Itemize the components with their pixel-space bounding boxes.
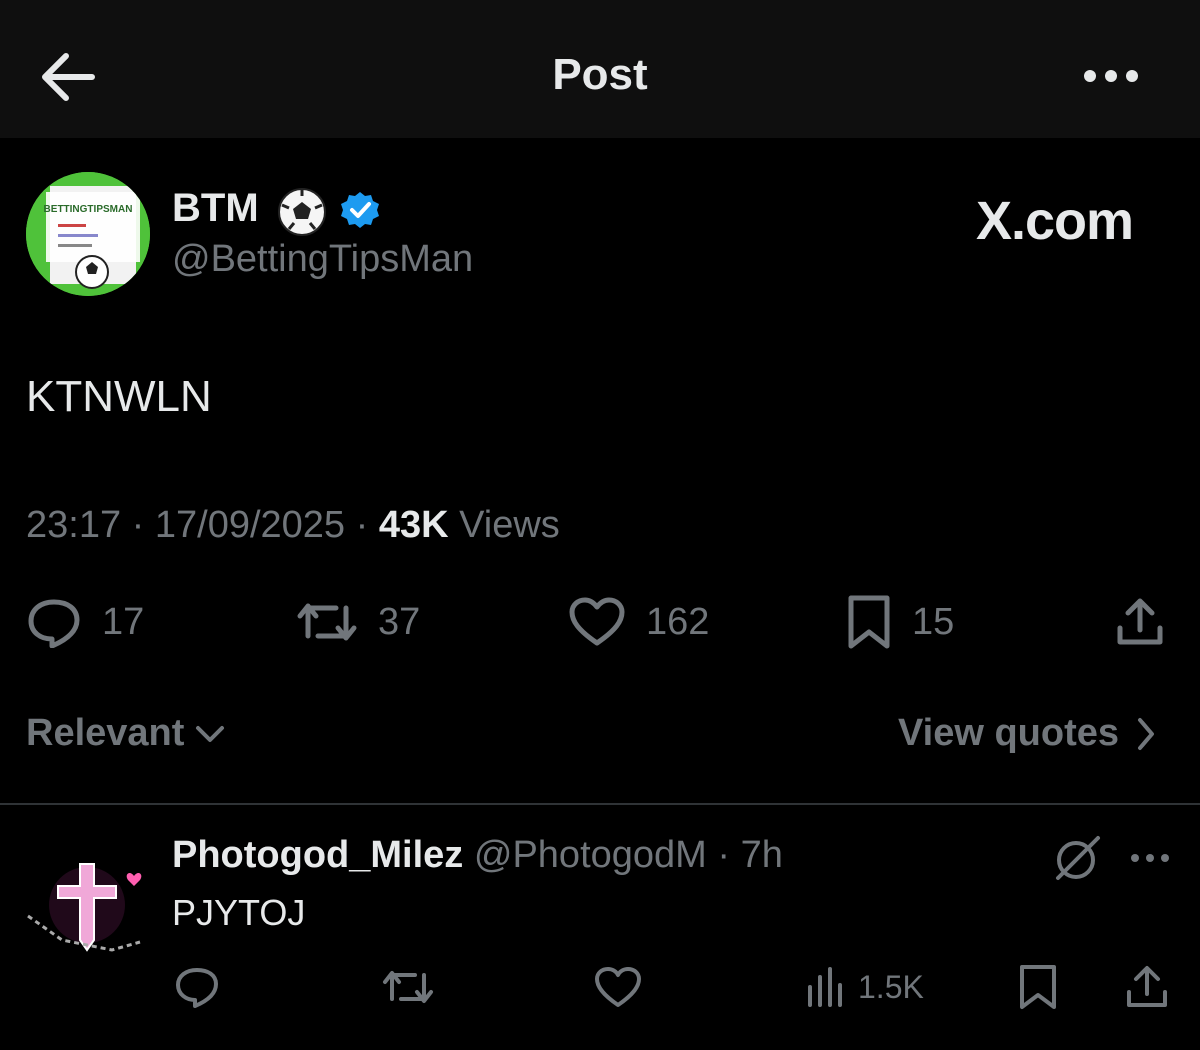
more-horizontal-icon bbox=[1131, 854, 1169, 862]
bookmark-button[interactable]: 15 bbox=[846, 594, 954, 650]
meta-separator: · bbox=[706, 834, 741, 876]
bookmark-icon bbox=[848, 595, 890, 649]
xcom-watermark: X.com bbox=[976, 191, 1134, 251]
repost-icon bbox=[383, 971, 433, 1003]
repost-icon bbox=[297, 603, 357, 641]
reply-icon bbox=[28, 599, 80, 648]
post-text: KTNWLN bbox=[26, 372, 212, 421]
chevron-down-icon bbox=[196, 725, 225, 742]
heart-icon bbox=[569, 597, 625, 646]
reply-views-count: 1.5K bbox=[858, 968, 924, 1005]
more-horizontal-icon bbox=[1084, 70, 1138, 82]
avatar-image: BETTINGTIPSMAN bbox=[26, 172, 150, 296]
soccer-ball-icon bbox=[276, 186, 328, 238]
reply-author-avatar[interactable] bbox=[22, 850, 152, 970]
repost-count: 37 bbox=[378, 600, 421, 643]
analytics-icon bbox=[808, 967, 842, 1007]
sort-label: Relevant bbox=[26, 712, 185, 754]
post-meta: 23:17 · 17/09/2025 · 43K Views bbox=[26, 504, 560, 547]
page-title: Post bbox=[552, 50, 648, 99]
top-bar: Post bbox=[0, 0, 1200, 138]
reply-more-button[interactable] bbox=[1128, 846, 1172, 870]
reply-button[interactable]: 17 bbox=[26, 594, 144, 650]
share-icon bbox=[1117, 598, 1163, 645]
like-count: 162 bbox=[646, 600, 710, 643]
view-quotes-label: View quotes bbox=[898, 712, 1120, 754]
reply-text: PJYTOJ bbox=[172, 892, 306, 933]
chevron-right-icon bbox=[1138, 717, 1155, 750]
more-options-button[interactable] bbox=[1080, 58, 1142, 94]
reply-share-button[interactable] bbox=[1124, 962, 1170, 1012]
author-avatar[interactable]: BETTINGTIPSMAN bbox=[26, 172, 150, 296]
reply-views-button[interactable]: 1.5K bbox=[806, 962, 924, 1012]
post-time[interactable]: 23:17 bbox=[26, 504, 121, 546]
share-icon bbox=[1127, 966, 1167, 1007]
views-count: 43K bbox=[378, 504, 449, 546]
views-label: Views bbox=[459, 504, 560, 546]
divider bbox=[0, 803, 1200, 805]
author-handle[interactable]: @BettingTipsMan bbox=[172, 238, 473, 281]
reply-repost-button[interactable] bbox=[382, 962, 434, 1012]
view-quotes-link[interactable]: View quotes bbox=[898, 712, 1161, 755]
reply-time[interactable]: 7h bbox=[741, 834, 783, 876]
verified-badge-icon[interactable] bbox=[340, 190, 380, 230]
reply-like-button[interactable] bbox=[594, 962, 642, 1012]
reply-handle[interactable]: @PhotogodM bbox=[474, 834, 707, 876]
reply-reply-button[interactable] bbox=[174, 962, 220, 1012]
reply-icon bbox=[176, 968, 218, 1008]
reply-count: 17 bbox=[102, 600, 145, 643]
reply-header: Photogod_Milez @PhotogodM · 7h bbox=[172, 834, 783, 877]
share-button[interactable] bbox=[1114, 594, 1166, 650]
reply-display-name[interactable]: Photogod_Milez bbox=[172, 834, 463, 876]
meta-separator: · bbox=[131, 504, 155, 546]
bookmark-count: 15 bbox=[912, 600, 955, 643]
post-date[interactable]: 17/09/2025 bbox=[155, 504, 345, 546]
sort-replies-dropdown[interactable]: Relevant bbox=[26, 712, 228, 755]
repost-button[interactable]: 37 bbox=[296, 594, 420, 650]
bookmark-icon bbox=[1020, 965, 1056, 1009]
grok-icon[interactable] bbox=[1052, 832, 1104, 884]
reply-bookmark-button[interactable] bbox=[1018, 962, 1058, 1012]
heart-icon bbox=[595, 967, 641, 1007]
meta-separator: · bbox=[355, 504, 379, 546]
like-button[interactable]: 162 bbox=[568, 594, 709, 650]
avatar-text: BETTINGTIPSMAN bbox=[44, 204, 133, 215]
author-display-name[interactable]: BTM bbox=[172, 186, 259, 231]
